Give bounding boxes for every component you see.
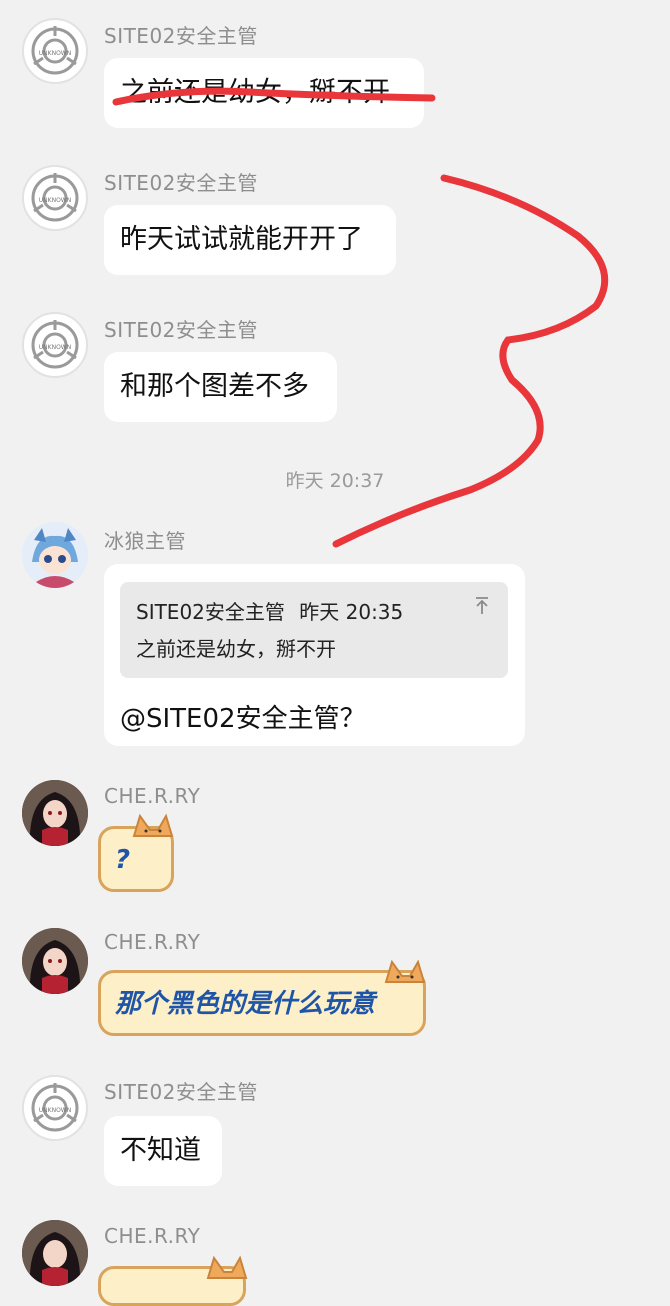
avatar-scp[interactable]: UNKNOWN bbox=[22, 165, 88, 231]
cat-ears-icon bbox=[384, 959, 426, 983]
quoted-message[interactable]: SITE02安全主管 昨天 20:35 之前还是幼女，掰不开 bbox=[120, 582, 508, 678]
avatar-cherry[interactable] bbox=[22, 780, 88, 846]
time-separator: 昨天 20:37 bbox=[285, 470, 385, 492]
scp-logo-icon: UNKNOWN bbox=[31, 173, 79, 222]
anime-avatar-icon bbox=[22, 1220, 88, 1286]
message-text: ? bbox=[115, 845, 131, 875]
message-bubble[interactable]: 不知道 bbox=[104, 1116, 222, 1186]
svg-text:UNKNOWN: UNKNOWN bbox=[39, 50, 71, 57]
message-text: 不知道 bbox=[120, 1135, 201, 1166]
avatar-ice-wolf[interactable] bbox=[22, 522, 88, 588]
sender-name: CHE.R.RY bbox=[104, 930, 201, 954]
message-text: 之前还是幼女，掰不开 bbox=[120, 77, 390, 108]
avatar-scp[interactable]: UNKNOWN bbox=[22, 18, 88, 84]
svg-text:UNKNOWN: UNKNOWN bbox=[39, 197, 71, 204]
message-bubble[interactable]: 和那个图差不多 bbox=[104, 352, 337, 422]
sender-name: 冰狼主管 bbox=[104, 529, 186, 553]
scp-logo-icon: UNKNOWN bbox=[31, 1083, 79, 1132]
sender-name: SITE02安全主管 bbox=[104, 171, 258, 195]
message-text: 和那个图差不多 bbox=[120, 371, 309, 402]
sender-name: SITE02安全主管 bbox=[104, 318, 258, 342]
svg-text:UNKNOWN: UNKNOWN bbox=[39, 344, 71, 351]
arrow-up-icon[interactable] bbox=[474, 596, 490, 621]
cat-sticker-bubble[interactable]: 那个黑色的是什么玩意 bbox=[98, 970, 426, 1036]
scp-logo-icon: UNKNOWN bbox=[31, 26, 79, 75]
avatar-scp[interactable]: UNKNOWN bbox=[22, 312, 88, 378]
sender-name: CHE.R.RY bbox=[104, 1224, 201, 1248]
cat-ears-icon bbox=[206, 1255, 248, 1279]
reply-bubble[interactable]: SITE02安全主管 昨天 20:35 之前还是幼女，掰不开 @SITE02安全… bbox=[104, 564, 525, 746]
quote-time: 昨天 20:35 bbox=[299, 600, 404, 624]
sender-name: SITE02安全主管 bbox=[104, 1080, 258, 1104]
svg-text:UNKNOWN: UNKNOWN bbox=[39, 1107, 71, 1114]
message-text: 昨天试试就能开开了 bbox=[120, 224, 363, 255]
sender-name: CHE.R.RY bbox=[104, 784, 201, 808]
quote-sender: SITE02安全主管 bbox=[136, 600, 285, 624]
avatar-scp[interactable]: UNKNOWN bbox=[22, 1075, 88, 1141]
avatar-cherry[interactable] bbox=[22, 1220, 88, 1286]
message-text: @SITE02安全主管？ bbox=[120, 704, 366, 734]
anime-avatar-icon bbox=[22, 522, 88, 588]
message-text: 那个黑色的是什么玩意 bbox=[115, 989, 376, 1019]
anime-avatar-icon bbox=[22, 780, 88, 846]
anime-avatar-icon bbox=[22, 928, 88, 994]
sender-name: SITE02安全主管 bbox=[104, 24, 258, 48]
scp-logo-icon: UNKNOWN bbox=[31, 320, 79, 369]
quote-text: 之前还是幼女，掰不开 bbox=[136, 637, 336, 661]
avatar-cherry[interactable] bbox=[22, 928, 88, 994]
cat-ears-icon bbox=[132, 813, 174, 837]
message-bubble[interactable]: 之前还是幼女，掰不开 bbox=[104, 58, 424, 128]
message-bubble[interactable]: 昨天试试就能开开了 bbox=[104, 205, 396, 275]
quote-header: SITE02安全主管 昨天 20:35 bbox=[136, 596, 492, 625]
